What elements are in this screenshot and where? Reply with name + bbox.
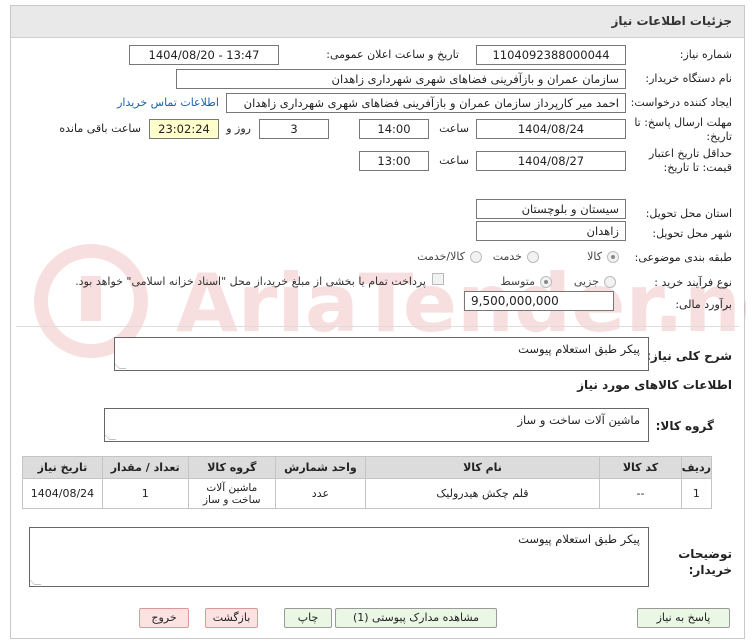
category-service-radio[interactable] <box>527 251 539 263</box>
col-unit-header: واحد شمارش <box>275 456 366 479</box>
category-goods-radio[interactable] <box>607 251 619 263</box>
need-number-label: شماره نیاز: <box>679 48 732 61</box>
exit-button[interactable]: خروج <box>139 608 189 628</box>
col-date-header: تاریخ نیاز <box>22 456 103 479</box>
reply-time-field: 14:00 <box>359 119 429 139</box>
cell-qty: 1 <box>101 478 189 509</box>
buyer-notes-textarea[interactable]: پیکر طبق استعلام پیوست <box>29 527 649 587</box>
remaining-days-field: 3 <box>259 119 329 139</box>
category-service-label: خدمت <box>492 250 522 263</box>
treasury-payment-checkbox[interactable] <box>432 273 444 285</box>
price-validity-time-label: ساعت <box>439 154 469 167</box>
announce-date-label: تاریخ و ساعت اعلان عمومی: <box>326 48 459 61</box>
budget-label: برآورد مالی: <box>675 298 732 311</box>
price-validity-time-field: 13:00 <box>359 151 429 171</box>
description-textarea[interactable]: پیکر طبق استعلام پیوست <box>114 337 649 371</box>
remaining-time-field: 23:02:24 <box>149 119 219 139</box>
category-goods-label: کالا <box>587 250 602 263</box>
price-validity-date-field: 1404/08/27 <box>476 151 626 171</box>
cell-unit: عدد <box>275 478 366 509</box>
buyer-org-label: نام دستگاه خریدار: <box>645 72 732 85</box>
back-button[interactable]: بازگشت <box>205 608 258 628</box>
cell-date: 1404/08/24 <box>22 478 103 509</box>
goods-info-title: اطلاعات کالاهای مورد نیاز <box>577 378 732 392</box>
col-code-header: کد کالا <box>599 456 682 479</box>
col-row-header: ردیف <box>680 456 713 479</box>
city-field: زاهدان <box>476 221 626 241</box>
buyer-notes-label: توضیحات خریدار: <box>678 547 732 577</box>
days-label: روز و <box>226 122 251 135</box>
treasury-payment-note: پرداخت تمام یا بخشی از مبلغ خرید،از محل … <box>75 275 426 288</box>
need-number-field: 1104092388000044 <box>476 45 626 65</box>
cell-row: 1 <box>680 478 713 509</box>
goods-group-field: ماشین آلات ساخت و ساز <box>104 408 649 442</box>
budget-field: 9,500,000,000 <box>464 291 614 311</box>
purchase-minor-label: جزیی <box>573 275 599 288</box>
cell-group: ماشین آلات ساخت و ساز <box>187 478 277 509</box>
purchase-medium-radio[interactable] <box>540 276 552 288</box>
reply-time-label: ساعت <box>439 122 469 135</box>
category-goods-service-radio[interactable] <box>470 251 482 263</box>
category-goods-service-label: کالا/خدمت <box>417 250 465 263</box>
reply-button[interactable]: پاسخ به نیاز <box>637 608 730 628</box>
reply-deadline-label: مهلت ارسال پاسخ: تا تاریخ: <box>634 116 732 143</box>
province-field: سیستان و بلوچستان <box>476 199 626 219</box>
purchase-type-label: نوع فرآیند خرید : <box>654 276 732 289</box>
price-validity-label: حداقل تاریخ اعتبار قیمت: تا تاریخ: <box>648 147 732 174</box>
col-qty-header: تعداد / مقدار <box>101 456 189 479</box>
province-label: استان محل تحویل: <box>645 207 732 220</box>
requester-field: احمد میر کارپرداز سازمان عمران و بازآفری… <box>226 93 626 113</box>
reply-date-field: 1404/08/24 <box>476 119 626 139</box>
purchase-medium-label: متوسط <box>500 275 535 288</box>
cell-code: -- <box>599 478 682 509</box>
category-label: طبقه بندی موضوعی: <box>634 251 732 264</box>
requester-label: ایجاد کننده درخواست: <box>630 96 732 109</box>
col-group-header: گروه کالا <box>187 456 277 479</box>
section-divider <box>16 326 739 327</box>
purchase-minor-radio[interactable] <box>604 276 616 288</box>
table-header-row: ردیف کد کالا نام کالا واحد شمارش گروه کا… <box>22 456 713 479</box>
buyer-contact-link[interactable]: اطلاعات تماس خریدار <box>117 96 219 109</box>
cell-name: قلم چکش هیدرولیک <box>364 478 601 509</box>
description-label: شرح کلی نیاز: <box>646 349 732 363</box>
city-label: شهر محل تحویل: <box>652 227 732 240</box>
buyer-org-field: سازمان عمران و بازآفرینی فضاهای شهری شهر… <box>176 69 626 89</box>
print-button[interactable]: چاپ <box>284 608 332 628</box>
panel-header: جزئیات اطلاعات نیاز <box>11 6 744 38</box>
col-name-header: نام کالا <box>364 456 601 479</box>
goods-group-label: گروه کالا: <box>655 419 714 433</box>
view-attachments-button[interactable]: مشاهده مدارک پیوستی (1) <box>335 608 497 628</box>
table-row[interactable]: 1 -- قلم چکش هیدرولیک عدد ماشین آلات ساخ… <box>22 478 713 509</box>
need-details-panel: جزئیات اطلاعات نیاز AriaTender.neT شماره… <box>10 5 746 639</box>
items-table: ردیف کد کالا نام کالا واحد شمارش گروه کا… <box>22 456 713 509</box>
remaining-time-label: ساعت باقی مانده <box>59 122 141 135</box>
announce-date-field: 1404/08/20 - 13:47 <box>129 45 279 65</box>
